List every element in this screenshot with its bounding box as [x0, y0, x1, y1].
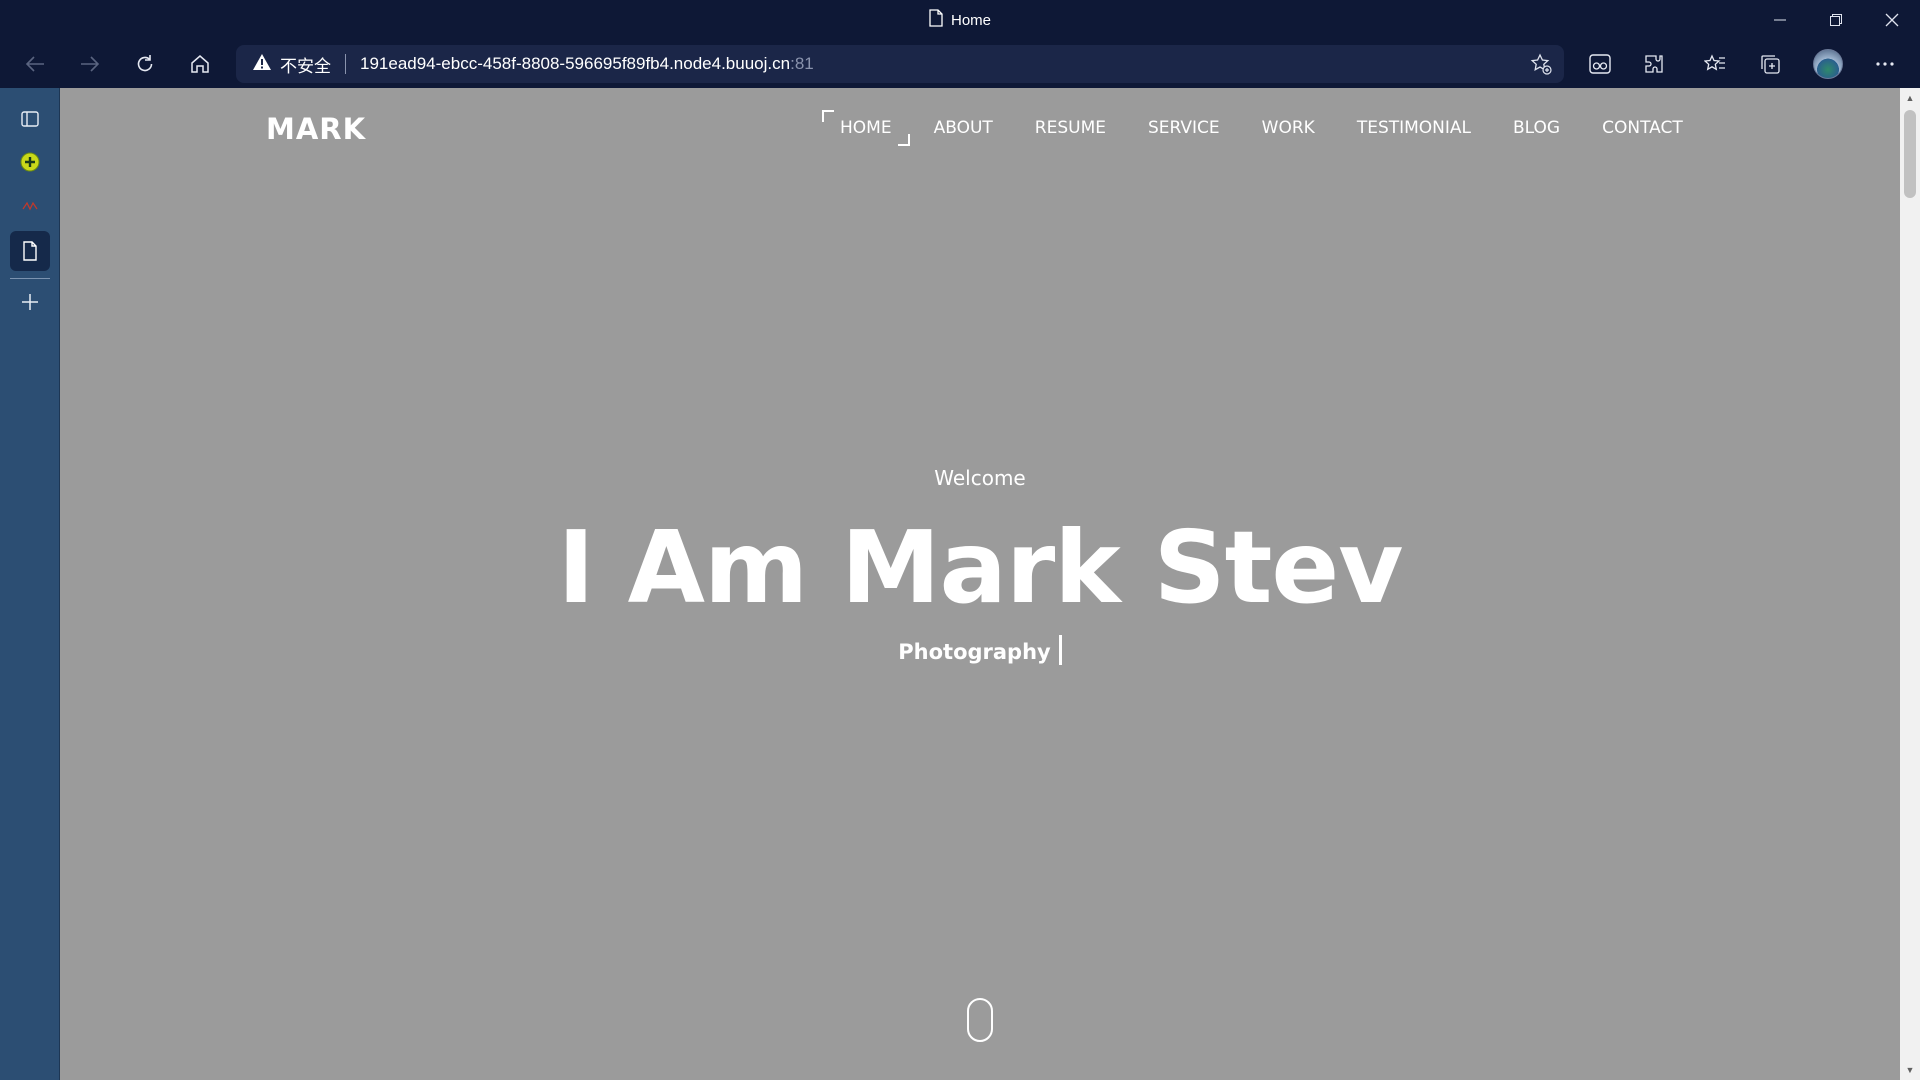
title-bar: Home: [0, 0, 1920, 40]
url-port: :81: [790, 54, 814, 73]
scroll-thumb[interactable]: [1904, 110, 1916, 198]
address-divider: [345, 54, 346, 74]
security-label: 不安全: [280, 56, 331, 76]
sidebar-divider: [10, 278, 50, 279]
scroll-down-icon[interactable]: ▼: [1900, 1062, 1920, 1078]
address-bar[interactable]: 不安全 191ead94-ebcc-458f-8808-596695f89fb4…: [236, 45, 1564, 83]
home-icon[interactable]: [180, 44, 220, 84]
warning-icon: [252, 53, 272, 76]
tab-title-text: Home: [950, 11, 991, 29]
more-icon[interactable]: [1865, 44, 1905, 84]
site-logo[interactable]: MARK: [266, 112, 366, 146]
profile-avatar[interactable]: [1808, 44, 1848, 84]
nav-resume[interactable]: RESUME: [1035, 118, 1106, 138]
tab-title[interactable]: Home: [0, 0, 1920, 40]
scroll-mouse-icon[interactable]: [967, 998, 993, 1042]
page-viewport: MARK HOME ABOUT RESUME SERVICE WORK TEST…: [60, 88, 1900, 1080]
page-icon: [929, 9, 943, 31]
site-nav: HOME ABOUT RESUME SERVICE WORK TESTIMONI…: [822, 110, 1725, 146]
page-scrollbar[interactable]: ▲ ▼: [1900, 88, 1920, 1080]
add-tab-icon[interactable]: [10, 282, 50, 322]
url-host: 191ead94-ebcc-458f-8808-596695f89fb4.nod…: [360, 54, 791, 73]
hero-subtitle-line: Photography: [60, 635, 1900, 665]
scroll-up-icon[interactable]: ▲: [1900, 90, 1920, 106]
tab-actions-icon[interactable]: [10, 99, 50, 139]
restore-icon[interactable]: [1808, 0, 1864, 40]
reading-view-icon[interactable]: [1580, 44, 1620, 84]
refresh-icon[interactable]: [125, 44, 165, 84]
hero-subtitle: Photography: [898, 640, 1051, 664]
favorite-add-icon[interactable]: [1530, 53, 1552, 80]
security-indicator[interactable]: 不安全: [252, 52, 331, 77]
nav-testimonial[interactable]: TESTIMONIAL: [1357, 118, 1471, 138]
collections-icon[interactable]: [1750, 44, 1790, 84]
extensions-icon[interactable]: [1634, 44, 1674, 84]
tab-favicon-extension[interactable]: [10, 142, 50, 182]
forward-icon[interactable]: [70, 44, 110, 84]
nav-service[interactable]: SERVICE: [1148, 118, 1220, 138]
nav-home[interactable]: HOME: [822, 110, 910, 146]
hero-welcome: Welcome: [934, 466, 1026, 490]
vertical-tabs-sidebar: [0, 88, 60, 1080]
nav-about[interactable]: ABOUT: [934, 118, 993, 138]
minimize-icon[interactable]: [1752, 0, 1808, 40]
tab-favicon-page-active[interactable]: [10, 231, 50, 271]
browser-toolbar: 不安全 191ead94-ebcc-458f-8808-596695f89fb4…: [0, 40, 1920, 114]
favorites-icon[interactable]: [1695, 44, 1735, 84]
nav-work[interactable]: WORK: [1262, 118, 1315, 138]
hero-headline: I Am Mark Stev: [557, 509, 1404, 626]
tab-favicon-site[interactable]: [10, 186, 50, 226]
close-icon[interactable]: [1864, 0, 1920, 40]
back-icon[interactable]: [15, 44, 55, 84]
typing-cursor: [1058, 635, 1062, 665]
nav-blog[interactable]: BLOG: [1513, 118, 1560, 138]
nav-contact[interactable]: CONTACT: [1602, 118, 1683, 138]
